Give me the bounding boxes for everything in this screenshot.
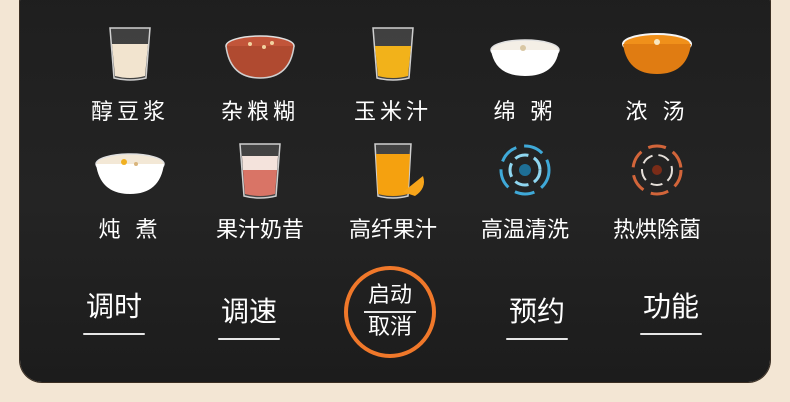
thick-soup-bowl-icon — [622, 33, 692, 74]
program-label: 绵 粥 — [493, 100, 557, 125]
program-label: 浓 汤 — [625, 100, 689, 125]
program-high-temp-clean[interactable]: 高温清洗 — [465, 140, 585, 250]
timer-underline — [83, 333, 145, 335]
program-grain-paste[interactable]: 杂粮糊 — [200, 22, 320, 132]
speed-label: 调速 — [220, 295, 277, 328]
soy-milk-glass-icon — [109, 27, 151, 81]
function-button[interactable]: 功能 — [640, 285, 702, 335]
start-label: 启动 — [367, 283, 412, 308]
porridge-bowl-icon — [490, 39, 560, 76]
program-corn-juice[interactable]: 玉米汁 — [333, 22, 453, 132]
program-soy-milk[interactable]: 醇豆浆 — [70, 22, 190, 132]
schedule-button[interactable]: 预约 — [506, 290, 568, 340]
speed-underline — [218, 338, 280, 340]
start-cancel-divider — [364, 311, 416, 313]
program-high-fiber-juice[interactable]: 高纤果汁 — [333, 140, 453, 250]
program-label: 热烘除菌 — [612, 218, 701, 243]
function-underline — [640, 333, 702, 335]
function-label: 功能 — [642, 290, 699, 323]
start-cancel-button[interactable]: 启动 取消 — [344, 266, 436, 358]
cancel-label: 取消 — [367, 315, 412, 340]
program-label: 玉米汁 — [353, 100, 432, 125]
program-label: 高温清洗 — [480, 218, 569, 243]
water-swirl-icon — [499, 144, 551, 196]
speed-button[interactable]: 调速 — [218, 290, 280, 340]
heat-swirl-icon — [631, 144, 683, 196]
program-label: 高纤果汁 — [348, 218, 437, 243]
program-label: 果汁奶昔 — [215, 218, 304, 243]
program-porridge[interactable]: 绵 粥 — [465, 22, 585, 132]
program-label: 杂粮糊 — [220, 100, 299, 125]
program-thick-soup[interactable]: 浓 汤 — [597, 22, 717, 132]
schedule-label: 预约 — [508, 295, 565, 328]
corn-juice-glass-icon — [372, 27, 414, 81]
program-label: 炖 煮 — [98, 218, 162, 243]
program-stew[interactable]: 炖 煮 — [70, 140, 190, 250]
juice-milkshake-glass-icon — [239, 143, 281, 199]
program-heat-sterilize[interactable]: 热烘除菌 — [597, 140, 717, 250]
grain-paste-bowl-icon — [225, 35, 295, 79]
orange-juice-glass-icon — [374, 143, 424, 199]
schedule-underline — [506, 338, 568, 340]
stew-bowl-icon — [95, 153, 165, 194]
timer-label: 调时 — [85, 290, 142, 323]
program-juice-milkshake[interactable]: 果汁奶昔 — [200, 140, 320, 250]
program-label: 醇豆浆 — [90, 100, 169, 125]
timer-button[interactable]: 调时 — [83, 285, 145, 335]
